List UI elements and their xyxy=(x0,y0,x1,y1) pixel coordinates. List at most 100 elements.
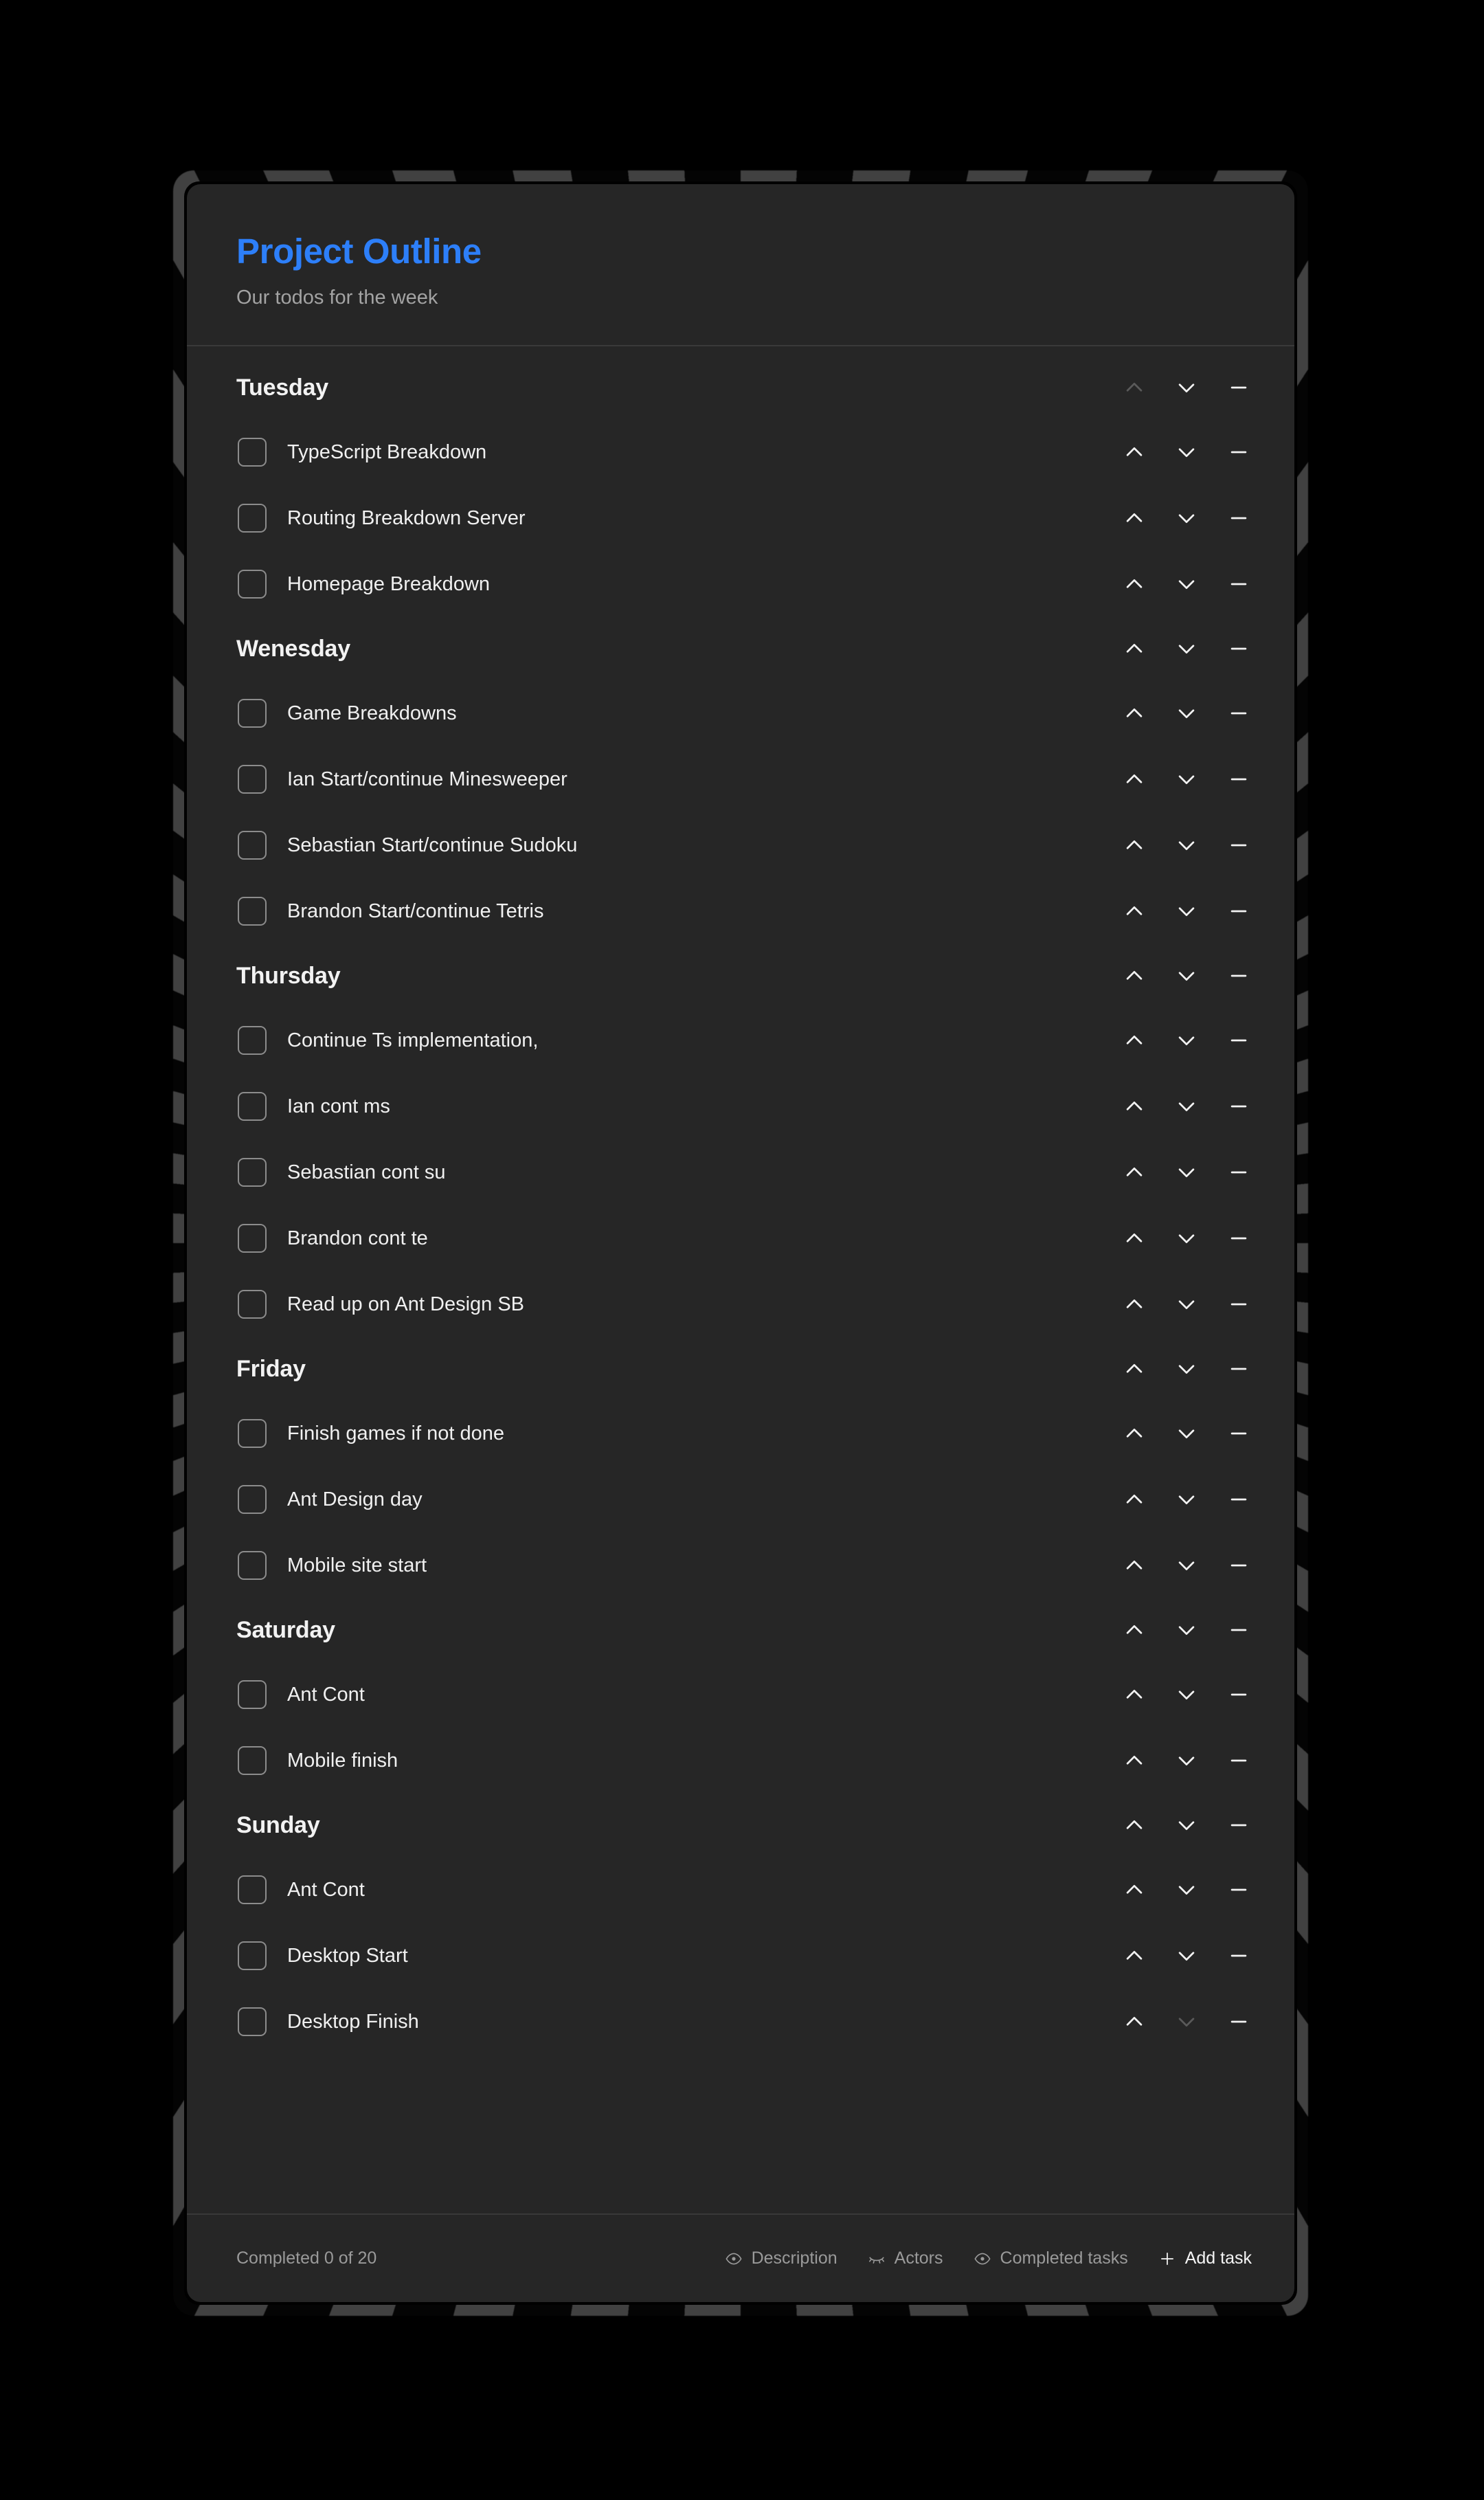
move-down-button-day-0[interactable] xyxy=(1172,373,1201,402)
move-down-button-task-0-2[interactable] xyxy=(1172,570,1201,599)
remove-button-day-0[interactable] xyxy=(1224,373,1253,402)
task-checkbox[interactable] xyxy=(238,1875,267,1904)
remove-button-task-3-2[interactable] xyxy=(1224,1551,1253,1580)
task-checkbox[interactable] xyxy=(238,1941,267,1970)
move-down-button-task-5-0[interactable] xyxy=(1172,1875,1201,1904)
task-checkbox[interactable] xyxy=(238,1485,267,1514)
move-up-button-task-5-0[interactable] xyxy=(1120,1875,1149,1904)
move-up-button-day-2[interactable] xyxy=(1120,961,1149,990)
task-checkbox[interactable] xyxy=(238,1092,267,1121)
move-down-button-day-3[interactable] xyxy=(1172,1354,1201,1383)
move-up-button-task-3-1[interactable] xyxy=(1120,1485,1149,1514)
move-up-button-task-1-2[interactable] xyxy=(1120,831,1149,860)
remove-button-task-2-3[interactable] xyxy=(1224,1224,1253,1253)
move-down-button-task-2-1[interactable] xyxy=(1172,1092,1201,1121)
move-down-button-task-2-4[interactable] xyxy=(1172,1290,1201,1319)
move-up-button-task-1-1[interactable] xyxy=(1120,765,1149,794)
remove-button-day-4[interactable] xyxy=(1224,1616,1253,1644)
move-down-button-task-4-0[interactable] xyxy=(1172,1680,1201,1709)
task-checkbox[interactable] xyxy=(238,570,267,599)
move-up-button-day-5[interactable] xyxy=(1120,1811,1149,1840)
move-up-button-task-0-2[interactable] xyxy=(1120,570,1149,599)
move-down-button-day-5[interactable] xyxy=(1172,1811,1201,1840)
remove-button-day-3[interactable] xyxy=(1224,1354,1253,1383)
remove-button-task-1-0[interactable] xyxy=(1224,699,1253,728)
remove-button-task-2-2[interactable] xyxy=(1224,1158,1253,1187)
remove-button-task-2-4[interactable] xyxy=(1224,1290,1253,1319)
task-checkbox[interactable] xyxy=(238,765,267,794)
remove-button-day-1[interactable] xyxy=(1224,634,1253,663)
move-down-button-task-2-2[interactable] xyxy=(1172,1158,1201,1187)
move-up-button-task-0-0[interactable] xyxy=(1120,438,1149,467)
move-up-button-day-3[interactable] xyxy=(1120,1354,1149,1383)
move-up-button-task-1-3[interactable] xyxy=(1120,897,1149,926)
move-up-button-task-2-0[interactable] xyxy=(1120,1026,1149,1055)
remove-button-task-1-2[interactable] xyxy=(1224,831,1253,860)
move-down-button-task-1-0[interactable] xyxy=(1172,699,1201,728)
remove-button-task-2-0[interactable] xyxy=(1224,1026,1253,1055)
task-checkbox[interactable] xyxy=(238,897,267,926)
move-down-button-day-1[interactable] xyxy=(1172,634,1201,663)
move-up-button-task-3-2[interactable] xyxy=(1120,1551,1149,1580)
remove-button-task-3-1[interactable] xyxy=(1224,1485,1253,1514)
move-down-button-task-3-2[interactable] xyxy=(1172,1551,1201,1580)
move-down-button-task-0-0[interactable] xyxy=(1172,438,1201,467)
task-checkbox[interactable] xyxy=(238,1224,267,1253)
remove-button-task-0-0[interactable] xyxy=(1224,438,1253,467)
move-up-button-task-4-1[interactable] xyxy=(1120,1746,1149,1775)
task-checkbox[interactable] xyxy=(238,1419,267,1448)
task-checkbox[interactable] xyxy=(238,1290,267,1319)
move-up-button-task-5-1[interactable] xyxy=(1120,1941,1149,1970)
remove-button-task-0-2[interactable] xyxy=(1224,570,1253,599)
task-checkbox[interactable] xyxy=(238,831,267,860)
remove-button-task-5-1[interactable] xyxy=(1224,1941,1253,1970)
move-down-button-day-4[interactable] xyxy=(1172,1616,1201,1644)
move-up-button-task-0-1[interactable] xyxy=(1120,504,1149,533)
move-down-button-task-4-1[interactable] xyxy=(1172,1746,1201,1775)
remove-button-task-5-2[interactable] xyxy=(1224,2007,1253,2036)
move-up-button-task-1-0[interactable] xyxy=(1120,699,1149,728)
task-checkbox[interactable] xyxy=(238,699,267,728)
move-down-button-task-2-3[interactable] xyxy=(1172,1224,1201,1253)
task-checkbox[interactable] xyxy=(238,1746,267,1775)
move-up-button-day-1[interactable] xyxy=(1120,634,1149,663)
move-up-button-task-2-2[interactable] xyxy=(1120,1158,1149,1187)
remove-button-task-1-1[interactable] xyxy=(1224,765,1253,794)
remove-button-task-4-0[interactable] xyxy=(1224,1680,1253,1709)
move-up-button-task-5-2[interactable] xyxy=(1120,2007,1149,2036)
remove-button-day-2[interactable] xyxy=(1224,961,1253,990)
move-up-button-task-4-0[interactable] xyxy=(1120,1680,1149,1709)
task-checkbox[interactable] xyxy=(238,2007,267,2036)
add-task-button[interactable]: Add task xyxy=(1158,2250,1252,2268)
remove-button-task-0-1[interactable] xyxy=(1224,504,1253,533)
move-down-button-task-5-1[interactable] xyxy=(1172,1941,1201,1970)
task-checkbox[interactable] xyxy=(238,1680,267,1709)
move-down-button-task-0-1[interactable] xyxy=(1172,504,1201,533)
completed-tasks-button[interactable]: Completed tasks xyxy=(974,2250,1128,2268)
task-checkbox[interactable] xyxy=(238,1551,267,1580)
remove-button-task-3-0[interactable] xyxy=(1224,1419,1253,1448)
move-down-button-task-2-0[interactable] xyxy=(1172,1026,1201,1055)
move-up-button-task-3-0[interactable] xyxy=(1120,1419,1149,1448)
remove-button-task-5-0[interactable] xyxy=(1224,1875,1253,1904)
move-up-button-task-2-4[interactable] xyxy=(1120,1290,1149,1319)
task-checkbox[interactable] xyxy=(238,1158,267,1187)
move-up-button-task-2-1[interactable] xyxy=(1120,1092,1149,1121)
move-up-button-task-2-3[interactable] xyxy=(1120,1224,1149,1253)
task-checkbox[interactable] xyxy=(238,504,267,533)
move-down-button-day-2[interactable] xyxy=(1172,961,1201,990)
move-down-button-task-3-1[interactable] xyxy=(1172,1485,1201,1514)
actors-button[interactable]: Actors xyxy=(868,2250,943,2268)
remove-button-task-1-3[interactable] xyxy=(1224,897,1253,926)
remove-button-task-2-1[interactable] xyxy=(1224,1092,1253,1121)
task-checkbox[interactable] xyxy=(238,438,267,467)
remove-button-task-4-1[interactable] xyxy=(1224,1746,1253,1775)
move-down-button-task-1-1[interactable] xyxy=(1172,765,1201,794)
task-checkbox[interactable] xyxy=(238,1026,267,1055)
move-down-button-task-1-2[interactable] xyxy=(1172,831,1201,860)
move-down-button-task-1-3[interactable] xyxy=(1172,897,1201,926)
description-button[interactable]: Description xyxy=(725,2250,837,2268)
remove-button-day-5[interactable] xyxy=(1224,1811,1253,1840)
move-down-button-task-3-0[interactable] xyxy=(1172,1419,1201,1448)
move-up-button-day-4[interactable] xyxy=(1120,1616,1149,1644)
